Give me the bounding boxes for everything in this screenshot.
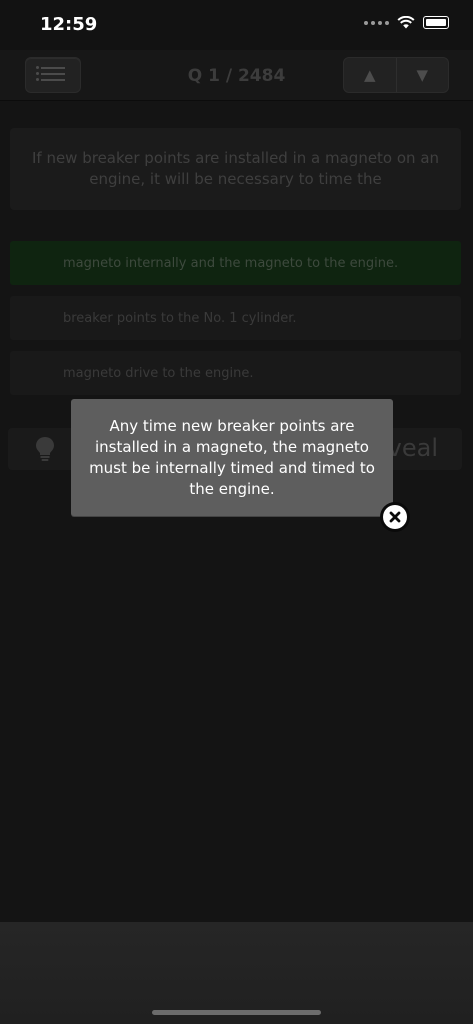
answer-text: breaker points to the No. 1 cylinder. — [63, 310, 297, 326]
answer-option-2[interactable]: breaker points to the No. 1 cylinder. — [10, 296, 461, 340]
close-icon — [383, 505, 407, 529]
battery-icon — [423, 16, 449, 29]
answer-text: magneto internally and the magneto to th… — [63, 255, 399, 271]
status-time: 12:59 — [40, 14, 98, 35]
previous-question-button[interactable]: ▲ — [344, 58, 396, 92]
triangle-up-icon: ▲ — [363, 66, 376, 84]
question-text: If new breaker points are installed in a… — [31, 149, 440, 188]
cellular-signal-icon — [364, 20, 389, 25]
next-question-button[interactable]: ▼ — [395, 58, 449, 92]
home-indicator[interactable] — [152, 1010, 321, 1015]
bottom-area — [0, 922, 473, 1024]
lightbulb-icon — [36, 437, 54, 461]
question-card: If new breaker points are installed in a… — [10, 128, 461, 210]
explanation-text: Any time new breaker points are installe… — [89, 416, 375, 498]
answer-option-1[interactable]: magneto internally and the magneto to th… — [10, 241, 461, 285]
reveal-label: veal — [387, 434, 438, 462]
triangle-down-icon: ▼ — [416, 66, 429, 84]
answer-text: magneto drive to the engine. — [63, 365, 254, 381]
answer-option-3[interactable]: magneto drive to the engine. — [10, 351, 461, 395]
close-popup-button[interactable] — [380, 502, 410, 532]
explanation-popup: Any time new breaker points are installe… — [71, 399, 393, 516]
status-icons — [364, 16, 449, 29]
nav-bar: Q 1 / 2484 ▲ ▼ — [0, 50, 473, 101]
question-nav-arrows: ▲ ▼ — [343, 57, 449, 93]
status-bar: 12:59 — [0, 0, 473, 50]
wifi-icon — [397, 16, 415, 29]
